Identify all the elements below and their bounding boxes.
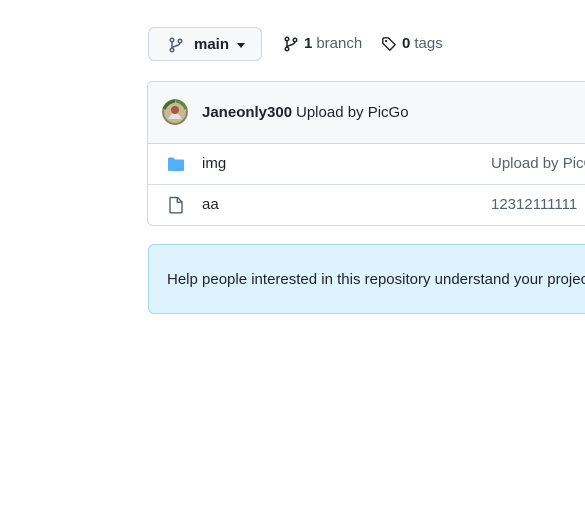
tag-count: 0 [402,35,411,52]
file-name[interactable]: aa [202,196,219,213]
readme-prompt-text: Help people interested in this repositor… [167,271,585,288]
tag-icon [382,36,396,51]
file-icon [169,196,183,214]
tags-link[interactable]: 0 tags [381,35,443,52]
tag-label: tags [414,35,443,52]
branch-label: branch [316,35,363,52]
repo-page: main 1 branch 0 tags Janeonly300 Upload … [0,0,585,511]
file-table: Janeonly300 Upload by PicGo img Upload b… [147,81,585,226]
file-name[interactable]: img [202,155,226,172]
file-row[interactable]: img Upload by PicGo [148,143,585,185]
avatar[interactable] [162,99,188,125]
branch-name: main [194,36,230,53]
file-commit-message[interactable]: 12312111111 [491,196,577,213]
branch-select-button[interactable]: main [148,27,262,61]
folder-icon [168,157,184,171]
git-branch-icon [284,35,298,52]
commit-message[interactable]: Upload by PicGo [296,104,409,121]
file-commit-message[interactable]: Upload by PicGo [491,155,585,172]
branches-link[interactable]: 1 branch [283,35,362,52]
file-row[interactable]: aa 12312111111 [148,184,585,225]
chevron-down-icon [237,43,245,48]
latest-commit-header: Janeonly300 Upload by PicGo [148,82,585,144]
commit-author[interactable]: Janeonly300 [202,104,292,121]
branch-count: 1 [304,35,313,52]
readme-prompt-banner: Help people interested in this repositor… [148,244,585,314]
git-branch-icon [169,37,183,53]
